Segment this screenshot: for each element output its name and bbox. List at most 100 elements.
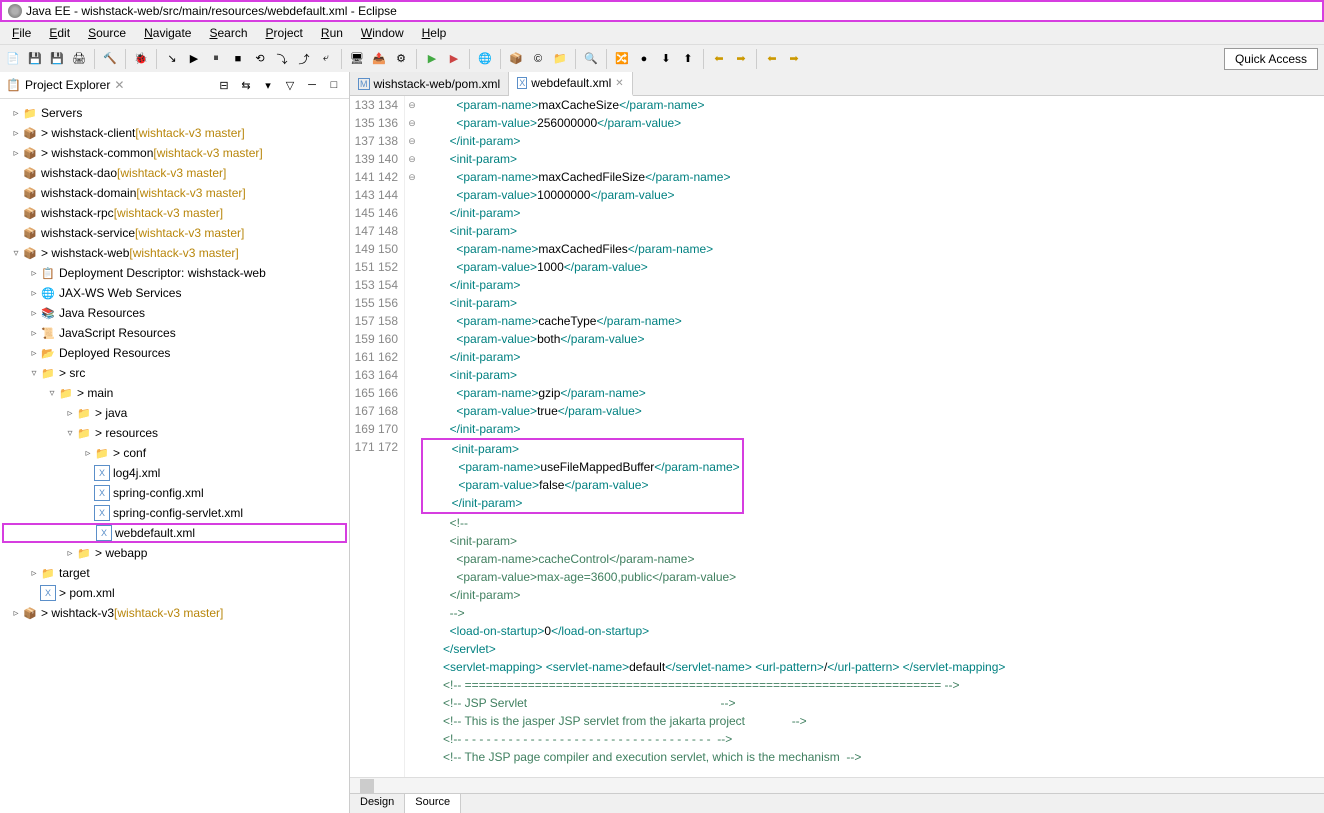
menu-project[interactable]: Project	[258, 24, 311, 42]
expand-icon[interactable]: ▹	[28, 568, 40, 579]
save-icon[interactable]: 💾	[26, 50, 44, 68]
bottom-tab-source[interactable]: Source	[405, 794, 461, 813]
step-over-icon[interactable]: ⤴	[295, 50, 313, 68]
tree-item[interactable]: ▹📜JavaScript Resources	[2, 323, 347, 343]
new-package-icon[interactable]: 📦	[507, 50, 525, 68]
code-line[interactable]: <param-name>cacheType</param-name>	[423, 312, 1324, 330]
tree-item[interactable]: ▹📦> wishstack-client [wishtack-v3 master…	[2, 123, 347, 143]
project-tree[interactable]: ▹📁Servers▹📦> wishstack-client [wishtack-…	[0, 99, 349, 813]
tree-item[interactable]: ▿📁> main	[2, 383, 347, 403]
link-editor-icon[interactable]: ⇆	[237, 76, 255, 94]
code-line[interactable]: <param-name>gzip</param-name>	[423, 384, 1324, 402]
code-line[interactable]: <param-name>maxCacheSize</param-name>	[423, 96, 1324, 114]
tree-item[interactable]: ▿📁> resources	[2, 423, 347, 443]
code-line[interactable]: <init-param>	[423, 366, 1324, 384]
menu-edit[interactable]: Edit	[41, 24, 78, 42]
code-line[interactable]: <!-- The JSP page compiler and execution…	[423, 748, 1324, 766]
new-server-icon[interactable]: 🌐	[476, 50, 494, 68]
print-icon[interactable]: 🖨	[70, 50, 88, 68]
scrollbar-thumb[interactable]	[360, 779, 374, 793]
collapse-all-icon[interactable]: ⊟	[215, 76, 233, 94]
code-line[interactable]: <param-value>max-age=3600,public</param-…	[423, 568, 1324, 586]
code-line[interactable]: <param-value>both</param-value>	[423, 330, 1324, 348]
menu-run[interactable]: Run	[313, 24, 351, 42]
code-line[interactable]: <param-name>maxCachedFileSize</param-nam…	[423, 168, 1324, 186]
build-icon[interactable]: 🔨	[101, 50, 119, 68]
run-icon[interactable]: ▶	[423, 50, 441, 68]
code-line[interactable]: <param-value>1000</param-value>	[423, 258, 1324, 276]
tree-item[interactable]: ▹📋Deployment Descriptor: wishstack-web	[2, 263, 347, 283]
expand-icon[interactable]: ▹	[28, 268, 40, 279]
close-view-icon[interactable]: ✕	[114, 78, 124, 92]
expand-icon[interactable]: ▹	[28, 348, 40, 359]
expand-icon[interactable]: ▹	[10, 108, 22, 119]
debug-icon[interactable]: 🐞	[132, 50, 150, 68]
tree-item[interactable]: Xspring-config-servlet.xml	[2, 503, 347, 523]
tree-item[interactable]: 📦wishstack-dao [wishtack-v3 master]	[2, 163, 347, 183]
git-push-icon[interactable]: ⬆	[679, 50, 697, 68]
tree-item[interactable]: Xwebdefault.xml	[2, 523, 347, 543]
code-line[interactable]: <param-value>256000000</param-value>	[423, 114, 1324, 132]
code-line[interactable]: </init-param>	[423, 348, 1324, 366]
code-line[interactable]: <init-param>	[423, 150, 1324, 168]
code-line[interactable]: </init-param>	[425, 494, 740, 512]
expand-icon[interactable]: ▹	[28, 328, 40, 339]
minimize-icon[interactable]: ─	[303, 76, 321, 94]
code-line[interactable]: </init-param>	[423, 132, 1324, 150]
tree-item[interactable]: ▹📁> conf	[2, 443, 347, 463]
new-class-icon[interactable]: ©	[529, 50, 547, 68]
code-line[interactable]: </init-param>	[423, 420, 1324, 438]
editor-tab[interactable]: Mwishstack-web/pom.xml	[350, 72, 509, 95]
step-into-icon[interactable]: ⤵	[273, 50, 291, 68]
tree-item[interactable]: ▹📁> webapp	[2, 543, 347, 563]
tree-item[interactable]: ▹📦> wishstack-common [wishtack-v3 master…	[2, 143, 347, 163]
tree-item[interactable]: ▹📁> java	[2, 403, 347, 423]
step-return-icon[interactable]: ⤶	[317, 50, 335, 68]
search-icon[interactable]: 🔍	[582, 50, 600, 68]
expand-icon[interactable]: ▿	[10, 248, 22, 259]
code-line[interactable]: <!--	[423, 514, 1324, 532]
close-tab-icon[interactable]: ✕	[615, 78, 623, 89]
code-line[interactable]: <param-value>false</param-value>	[425, 476, 740, 494]
code-line[interactable]: <param-value>10000000</param-value>	[423, 186, 1324, 204]
nav-back-icon[interactable]: ⬅	[763, 50, 781, 68]
view-menu-icon[interactable]: ▽	[281, 76, 299, 94]
tree-item[interactable]: 📦wishstack-service [wishtack-v3 master]	[2, 223, 347, 243]
bottom-tab-design[interactable]: Design	[350, 794, 405, 813]
resume-icon[interactable]: ▶	[185, 50, 203, 68]
expand-icon[interactable]: ▹	[28, 308, 40, 319]
code-line[interactable]: <!-- ===================================…	[423, 676, 1324, 694]
horizontal-scrollbar[interactable]	[350, 777, 1324, 793]
expand-icon[interactable]: ▹	[10, 608, 22, 619]
menu-source[interactable]: Source	[80, 24, 134, 42]
tree-item[interactable]: ▿📁> src	[2, 363, 347, 383]
code-content[interactable]: <param-name>maxCacheSize</param-name> <p…	[419, 96, 1324, 777]
tree-item[interactable]: 📦wishstack-domain [wishtack-v3 master]	[2, 183, 347, 203]
disconnect-icon[interactable]: ⟲	[251, 50, 269, 68]
tree-item[interactable]: ▿📦> wishstack-web [wishtack-v3 master]	[2, 243, 347, 263]
git-icon[interactable]: 🔀	[613, 50, 631, 68]
code-line[interactable]: <init-param>	[425, 440, 740, 458]
tree-item[interactable]: ▹📂Deployed Resources	[2, 343, 347, 363]
tree-item[interactable]: Xspring-config.xml	[2, 483, 347, 503]
back-icon[interactable]: ⬅	[710, 50, 728, 68]
code-line[interactable]: <load-on-startup>0</load-on-startup>	[423, 622, 1324, 640]
code-line[interactable]: </init-param>	[423, 586, 1324, 604]
expand-icon[interactable]: ▹	[10, 148, 22, 159]
skip-icon[interactable]: ↘	[163, 50, 181, 68]
expand-icon[interactable]: ▿	[28, 368, 40, 379]
tree-item[interactable]: ▹📦> wishtack-v3 [wishtack-v3 master]	[2, 603, 347, 623]
fold-gutter[interactable]: ⊖ ⊖ ⊖ ⊖ ⊖	[405, 96, 419, 777]
expand-icon[interactable]: ▹	[64, 548, 76, 559]
menu-window[interactable]: Window	[353, 24, 412, 42]
publish-icon[interactable]: 📤	[370, 50, 388, 68]
code-line[interactable]: <!-- JSP Servlet -->	[423, 694, 1324, 712]
expand-icon[interactable]: ▹	[28, 288, 40, 299]
expand-icon[interactable]: ▹	[64, 408, 76, 419]
code-line[interactable]: <!-- This is the jasper JSP servlet from…	[423, 712, 1324, 730]
menu-navigate[interactable]: Navigate	[136, 24, 199, 42]
menu-search[interactable]: Search	[201, 24, 255, 42]
code-line[interactable]: <servlet-mapping> <servlet-name>default<…	[423, 658, 1324, 676]
quick-access-field[interactable]: Quick Access	[1224, 48, 1318, 70]
code-line[interactable]: </init-param>	[423, 276, 1324, 294]
